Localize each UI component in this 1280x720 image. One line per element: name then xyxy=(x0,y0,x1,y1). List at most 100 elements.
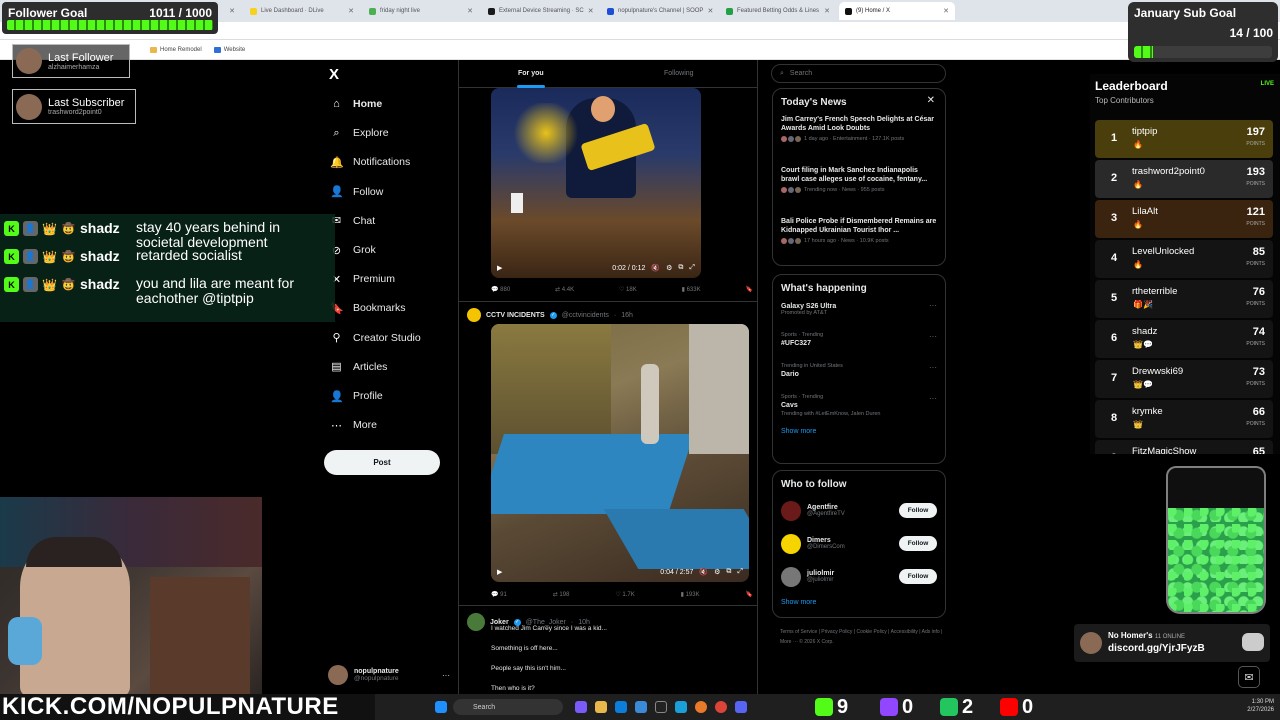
fullscreen-icon[interactable]: ⤢ xyxy=(737,568,743,576)
settings-icon[interactable]: ⚙ xyxy=(714,568,720,576)
post-text: I watched Jim Carrey since I was a kid..… xyxy=(491,625,607,632)
card-title: Today's News xyxy=(781,97,847,108)
views-button[interactable]: ▮ 193K xyxy=(681,591,700,598)
bookmark-icon[interactable]: 🔖 xyxy=(745,286,752,293)
follow-button[interactable]: Follow xyxy=(899,536,937,551)
messages-icon[interactable]: ✉ xyxy=(1238,666,1260,688)
close-tab-icon[interactable]: ✕ xyxy=(467,7,473,15)
browser-tab[interactable]: (9) Home / X ✕ xyxy=(839,2,955,20)
play-icon[interactable]: ▶ xyxy=(497,264,502,272)
obs-icon[interactable] xyxy=(695,701,707,713)
post-author[interactable]: CCTV INCIDENTS xyxy=(486,312,545,319)
footer-links[interactable]: Terms of Service | Privacy Policy | Cook… xyxy=(780,628,950,647)
close-tab-icon[interactable]: ✕ xyxy=(588,7,594,15)
avatar[interactable] xyxy=(467,308,481,322)
nav-item-chat[interactable]: ✉ Chat xyxy=(330,212,375,230)
taskbar-search[interactable]: Search xyxy=(453,699,563,715)
trend-item[interactable]: Galaxy S26 Ultra Promoted by AT&T ··· xyxy=(773,298,945,329)
nav-item-more[interactable]: ⋯ More xyxy=(330,416,377,434)
more-dots-icon[interactable]: ··· xyxy=(929,332,937,341)
post-video-1[interactable]: ▶ 0:02 / 0:12 🔇 ⚙ ⧉ ⤢ xyxy=(491,88,701,278)
account-switcher[interactable]: nopulpnature @nopulpnature ··· xyxy=(328,662,450,688)
tab-for-you[interactable]: For you xyxy=(518,70,544,77)
news-item[interactable]: Bali Police Probe if Dismembered Remains… xyxy=(773,214,945,265)
follow-button[interactable]: Follow xyxy=(899,503,937,518)
bookmark-website[interactable]: Website xyxy=(213,46,245,53)
show-more-link[interactable]: Show more xyxy=(773,422,945,441)
x-logo[interactable]: X xyxy=(329,66,339,83)
reply-button[interactable]: 💬 91 xyxy=(491,591,507,598)
follow-suggestion[interactable]: juliolmir @juliolmir Follow xyxy=(773,560,945,593)
nav-item-notifications[interactable]: 🔔 Notifications xyxy=(330,153,410,171)
user-badge-icon: 👤 xyxy=(23,249,38,264)
like-button[interactable]: ♡ 1.7K xyxy=(615,591,634,598)
post-button[interactable]: Post xyxy=(324,450,440,475)
nav-item-premium[interactable]: ✕ Premium xyxy=(330,270,395,288)
more-dots-icon[interactable]: ··· xyxy=(929,363,937,372)
nav-item-bookmarks[interactable]: 🔖 Bookmarks xyxy=(330,299,406,317)
chrome-icon[interactable] xyxy=(715,701,727,713)
more-dots-icon[interactable]: ··· xyxy=(929,301,937,310)
bookmark-home-remodel[interactable]: Home Remodel xyxy=(150,46,202,53)
nav-item-follow[interactable]: 👤 Follow xyxy=(330,183,383,201)
close-tab-icon[interactable]: ✕ xyxy=(229,7,235,15)
close-tab-icon[interactable]: ✕ xyxy=(824,7,830,15)
follow-button[interactable]: Follow xyxy=(899,569,937,584)
trend-item[interactable]: Sports · Trending Cavs Trending with #LetE… xyxy=(773,391,945,422)
repost-button[interactable]: ⇄ 4.4K xyxy=(555,286,574,293)
nav-item-home[interactable]: ⌂ Home xyxy=(330,95,382,113)
discord-icon xyxy=(1242,633,1264,651)
show-more-link[interactable]: Show more xyxy=(773,593,945,612)
headphones-icon xyxy=(8,617,42,665)
play-icon[interactable]: ▶ xyxy=(497,568,502,576)
settings-icon[interactable]: ⚙ xyxy=(666,264,672,272)
browser-tab[interactable]: Featured Betting Odds & Lines ✕ xyxy=(720,2,836,20)
app-icon[interactable] xyxy=(635,701,647,713)
fullscreen-icon[interactable]: ⤢ xyxy=(689,264,695,272)
volume-icon[interactable]: 🔇 xyxy=(699,568,708,576)
avatar[interactable] xyxy=(467,613,485,631)
edge-icon[interactable] xyxy=(615,701,627,713)
nav-item-creator-studio[interactable]: ⚲ Creator Studio xyxy=(330,329,420,347)
windows-start-icon[interactable] xyxy=(435,701,447,713)
crown-badge-icon: 👑 xyxy=(42,249,57,264)
bookmark-icon[interactable]: 🔖 xyxy=(745,591,752,598)
views-button[interactable]: ▮ 633K xyxy=(682,286,701,293)
pip-icon[interactable]: ⧉ xyxy=(726,568,731,576)
like-button[interactable]: ♡ 18K xyxy=(619,286,637,293)
reply-button[interactable]: 💬 880 xyxy=(491,286,510,293)
close-tab-icon[interactable]: ✕ xyxy=(348,7,354,15)
close-tab-icon[interactable]: ✕ xyxy=(943,7,949,15)
more-dots-icon[interactable]: ··· xyxy=(929,394,937,403)
browser-tab[interactable]: Live Dashboard · DLive ✕ xyxy=(244,2,360,20)
tab-following[interactable]: Following xyxy=(664,70,694,77)
close-icon[interactable]: ✕ xyxy=(927,95,935,106)
steam-icon[interactable] xyxy=(675,701,687,713)
news-item[interactable]: Jim Carrey's French Speech Delights at C… xyxy=(773,112,945,163)
news-item[interactable]: Court filing in Mark Sanchez Indianapoli… xyxy=(773,163,945,214)
nav-item-profile[interactable]: 👤 Profile xyxy=(330,387,383,405)
leaderboard-row: 8 krymke 👑 66 POINTS xyxy=(1095,400,1273,438)
follow-suggestion[interactable]: Agentfire @AgentfireTV Follow xyxy=(773,494,945,527)
discord-icon[interactable] xyxy=(735,701,747,713)
search-input[interactable]: ⌕ Search xyxy=(771,64,946,83)
whats-happening-card: What's happening Galaxy S26 Ultra Promote… xyxy=(772,274,946,464)
nav-item-explore[interactable]: ⌕ Explore xyxy=(330,124,388,142)
trend-item[interactable]: Trending in United States Dario ··· xyxy=(773,360,945,391)
trend-item[interactable]: Sports · Trending #UFC327 ··· xyxy=(773,329,945,360)
more-dots-icon[interactable]: ··· xyxy=(442,671,450,680)
app-icon[interactable] xyxy=(575,701,587,713)
browser-tab[interactable]: nopulpnature's Channel | SOOP ✕ xyxy=(601,2,717,20)
nav-item-articles[interactable]: ▤ Articles xyxy=(330,358,387,376)
close-tab-icon[interactable]: ✕ xyxy=(707,7,713,15)
follow-suggestion[interactable]: Dimers @DimersCom Follow xyxy=(773,527,945,560)
app-icon[interactable] xyxy=(655,701,667,713)
browser-tab[interactable]: friday night live ✕ xyxy=(363,2,479,20)
post-video-2[interactable]: ▶ 0:04 / 2:57 🔇 ⚙ ⧉ ⤢ xyxy=(491,324,749,582)
repost-button[interactable]: ⇄ 198 xyxy=(553,591,570,598)
volume-icon[interactable]: 🔇 xyxy=(651,264,660,272)
file-explorer-icon[interactable] xyxy=(595,701,607,713)
pip-icon[interactable]: ⧉ xyxy=(678,264,683,272)
browser-tab[interactable]: External Device Streaming · SC ✕ xyxy=(482,2,598,20)
nav-item-grok[interactable]: ⊘ Grok xyxy=(330,241,376,259)
